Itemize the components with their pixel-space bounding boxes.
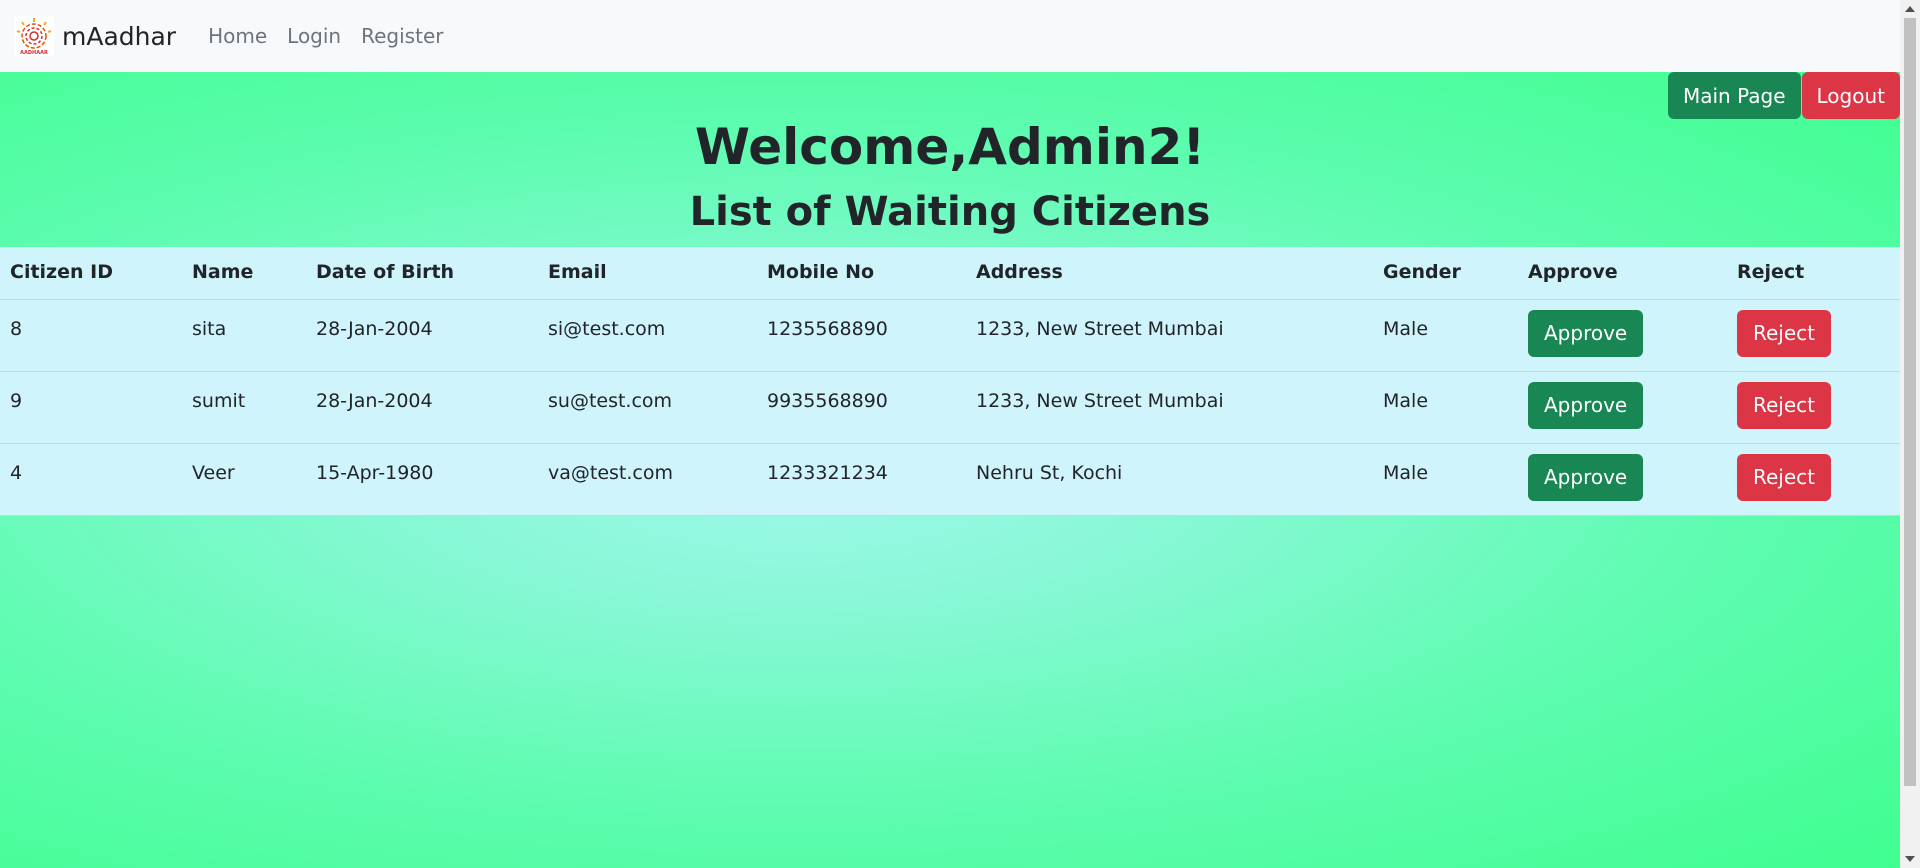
cell-address: 1233, New Street Mumbai — [966, 299, 1373, 372]
main-page-button[interactable]: Main Page — [1667, 72, 1801, 119]
vertical-scrollbar[interactable] — [1900, 0, 1920, 868]
page-subtitle: List of Waiting Citizens — [689, 189, 1211, 235]
header-gender: Gender — [1373, 247, 1518, 300]
brand-name: mAadhar — [62, 21, 177, 51]
header-name: Name — [182, 247, 306, 300]
cell-mobile: 1233321234 — [757, 443, 966, 516]
cell-gender: Male — [1373, 371, 1518, 444]
waiting-citizens-table: Citizen ID Name Date of Birth Email Mobi… — [0, 247, 1900, 516]
reject-button[interactable]: Reject — [1737, 453, 1832, 501]
navbar: AADHAAR mAadhar Home Login Register — [0, 0, 1900, 72]
scrollbar-thumb[interactable] — [1904, 18, 1916, 786]
scroll-up-arrow-icon[interactable] — [1905, 6, 1915, 12]
cell-mobile: 9935568890 — [757, 371, 966, 444]
table-row: 9 sumit 28-Jan-2004 su@test.com 99355688… — [0, 371, 1900, 444]
header-dob: Date of Birth — [306, 247, 538, 300]
header-address: Address — [966, 247, 1373, 300]
top-buttons: Main Page Logout — [1667, 72, 1900, 119]
cell-dob: 28-Jan-2004 — [306, 371, 538, 444]
header-citizen-id: Citizen ID — [0, 247, 182, 300]
cell-dob: 15-Apr-1980 — [306, 443, 538, 516]
logout-button[interactable]: Logout — [1801, 72, 1900, 119]
table-row: 8 sita 28-Jan-2004 si@test.com 123556889… — [0, 299, 1900, 372]
approve-button[interactable]: Approve — [1528, 453, 1644, 501]
cell-reject: Reject — [1727, 443, 1900, 516]
cell-approve: Approve — [1518, 299, 1727, 372]
header-email: Email — [538, 247, 757, 300]
welcome-heading: Welcome,Admin2! — [694, 118, 1206, 176]
cell-citizen-id: 8 — [0, 299, 182, 372]
main-content: Main Page Logout Welcome,Admin2! List of… — [0, 72, 1900, 868]
approve-button[interactable]: Approve — [1528, 309, 1644, 357]
nav-links: Home Login Register — [198, 24, 453, 48]
aadhaar-logo: AADHAAR — [14, 16, 54, 56]
reject-button[interactable]: Reject — [1737, 381, 1832, 429]
header-mobile: Mobile No — [757, 247, 966, 300]
citizens-table-wrapper: Citizen ID Name Date of Birth Email Mobi… — [0, 247, 1900, 516]
cell-mobile: 1235568890 — [757, 299, 966, 372]
nav-link-register[interactable]: Register — [351, 24, 453, 48]
brand-link[interactable]: AADHAAR mAadhar — [14, 16, 176, 56]
logo-text: AADHAAR — [20, 50, 48, 56]
cell-gender: Male — [1373, 299, 1518, 372]
header-reject: Reject — [1727, 247, 1900, 300]
cell-citizen-id: 9 — [0, 371, 182, 444]
cell-approve: Approve — [1518, 443, 1727, 516]
nav-link-login[interactable]: Login — [277, 24, 351, 48]
cell-address: 1233, New Street Mumbai — [966, 371, 1373, 444]
cell-dob: 28-Jan-2004 — [306, 299, 538, 372]
scroll-down-arrow-icon[interactable] — [1905, 856, 1915, 862]
cell-gender: Male — [1373, 443, 1518, 516]
approve-button[interactable]: Approve — [1528, 381, 1644, 429]
header-approve: Approve — [1518, 247, 1727, 300]
cell-reject: Reject — [1727, 371, 1900, 444]
cell-name: sita — [182, 299, 306, 372]
cell-address: Nehru St, Kochi — [966, 443, 1373, 516]
cell-email: va@test.com — [538, 443, 757, 516]
cell-name: sumit — [182, 371, 306, 444]
table-header-row: Citizen ID Name Date of Birth Email Mobi… — [0, 247, 1900, 300]
cell-email: si@test.com — [538, 299, 757, 372]
reject-button[interactable]: Reject — [1737, 309, 1832, 357]
nav-link-home[interactable]: Home — [198, 24, 277, 48]
cell-reject: Reject — [1727, 299, 1900, 372]
cell-name: Veer — [182, 443, 306, 516]
table-row: 4 Veer 15-Apr-1980 va@test.com 123332123… — [0, 443, 1900, 516]
cell-citizen-id: 4 — [0, 443, 182, 516]
cell-approve: Approve — [1518, 371, 1727, 444]
cell-email: su@test.com — [538, 371, 757, 444]
